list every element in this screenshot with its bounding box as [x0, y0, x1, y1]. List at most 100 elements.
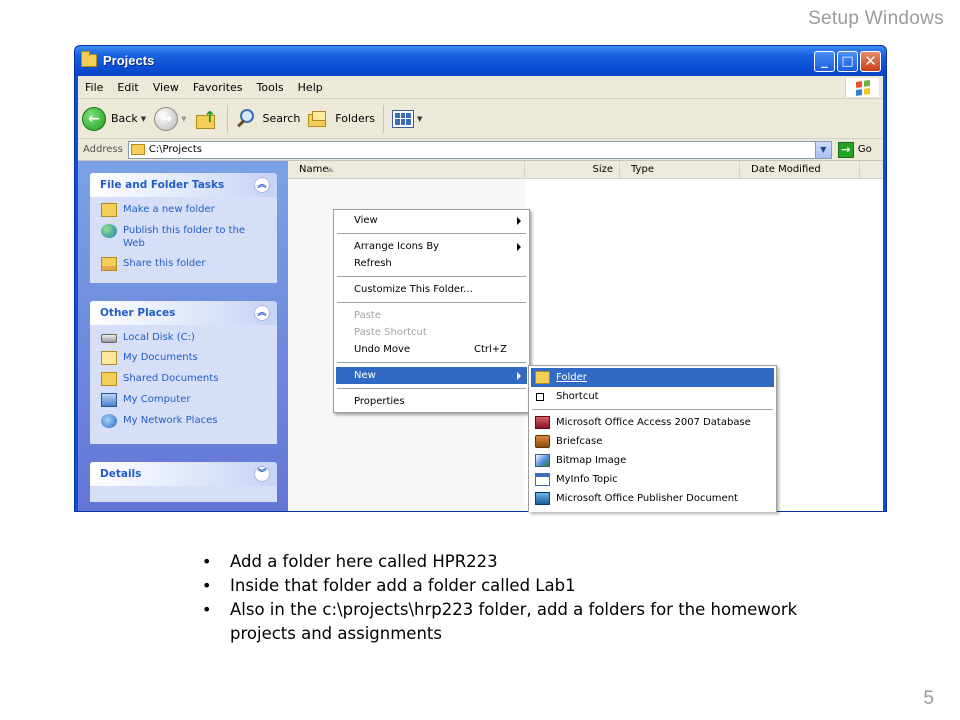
address-input[interactable]: C:\Projects ▼: [127, 140, 832, 159]
instruction-item: Inside that folder add a folder called L…: [200, 574, 840, 598]
go-arrow-icon: →: [837, 141, 854, 158]
ctx-new[interactable]: New: [336, 367, 527, 384]
column-size[interactable]: Size: [525, 160, 620, 179]
views-dropdown-icon[interactable]: ▼: [417, 115, 422, 123]
menu-separator: [337, 302, 526, 303]
place-label: Shared Documents: [123, 373, 219, 384]
ctx-properties[interactable]: Properties: [336, 393, 527, 410]
new-folder-icon: [101, 203, 117, 217]
access-icon: [535, 416, 550, 429]
sub-label: Folder: [556, 372, 587, 383]
details-header[interactable]: Details ︾: [90, 462, 277, 486]
new-briefcase-item[interactable]: Briefcase: [531, 432, 774, 451]
menu-separator: [337, 362, 526, 363]
task-label: Share this folder: [123, 258, 206, 269]
forward-button[interactable]: → ▼: [150, 104, 190, 134]
back-button[interactable]: ← Back ▼: [78, 104, 150, 134]
new-access-database-item[interactable]: Microsoft Office Access 2007 Database: [531, 413, 774, 432]
task-label: Publish this folder to the Web: [123, 225, 246, 249]
menu-file[interactable]: File: [78, 81, 110, 94]
new-folder-item[interactable]: Folder: [531, 368, 774, 387]
address-label: Address: [83, 144, 123, 155]
shared-folder-icon: [101, 372, 117, 386]
close-button[interactable]: ✕: [860, 51, 881, 72]
folder-icon: [81, 51, 97, 67]
search-icon: [236, 108, 258, 130]
instruction-item: Add a folder here called HPR223: [200, 550, 840, 574]
search-button[interactable]: Search: [232, 104, 305, 134]
ctx-undo-move[interactable]: Undo Move Ctrl+Z: [336, 341, 527, 358]
ctx-label: New: [354, 370, 376, 381]
menu-separator: [532, 409, 773, 410]
menu-view[interactable]: View: [146, 81, 186, 94]
publish-globe-icon: [101, 224, 117, 238]
column-header: Name Size Type Date Modified: [288, 160, 883, 179]
menu-favorites[interactable]: Favorites: [186, 81, 250, 94]
task-label: Make a new folder: [123, 204, 215, 215]
menu-tools[interactable]: Tools: [250, 81, 291, 94]
menu-help[interactable]: Help: [291, 81, 330, 94]
task-publish-folder[interactable]: Publish this folder to the Web: [101, 224, 277, 250]
maximize-button[interactable]: □: [837, 51, 858, 72]
back-arrow-icon: ←: [82, 106, 106, 131]
menu-edit[interactable]: Edit: [110, 81, 145, 94]
address-dropdown-icon[interactable]: ▼: [814, 141, 831, 158]
minimize-button[interactable]: _: [814, 51, 835, 72]
file-folder-tasks-header[interactable]: File and Folder Tasks ︽: [90, 173, 277, 197]
collapse-icon[interactable]: ︽: [254, 305, 270, 321]
address-bar: Address C:\Projects ▼ → Go: [78, 139, 883, 161]
ctx-label: Arrange Icons By: [354, 241, 440, 252]
folders-button[interactable]: Folders: [304, 104, 379, 134]
task-share-folder[interactable]: Share this folder: [101, 257, 277, 271]
ctx-refresh[interactable]: Refresh: [336, 255, 527, 272]
ctx-paste-shortcut: Paste Shortcut: [336, 324, 527, 341]
new-myinfo-item[interactable]: MyInfo Topic: [531, 470, 774, 489]
up-button[interactable]: ↑: [191, 104, 223, 134]
new-publisher-item[interactable]: Microsoft Office Publisher Document: [531, 489, 774, 508]
title-bar[interactable]: Projects _ □ ✕: [75, 46, 886, 76]
task-make-new-folder[interactable]: Make a new folder: [101, 203, 277, 217]
views-button[interactable]: ▼: [388, 104, 426, 134]
back-dropdown-icon[interactable]: ▼: [141, 115, 146, 123]
computer-icon: [101, 393, 117, 407]
place-local-disk[interactable]: Local Disk (C:): [101, 331, 277, 344]
ctx-customize-folder[interactable]: Customize This Folder...: [336, 281, 527, 298]
slide-title: Setup Windows: [808, 8, 944, 29]
place-my-network-places[interactable]: My Network Places: [101, 414, 277, 428]
back-label: Back: [111, 112, 138, 125]
column-name[interactable]: Name: [288, 160, 525, 179]
submenu-arrow-icon: [517, 217, 521, 225]
window-title: Projects: [103, 53, 155, 68]
forward-dropdown-icon[interactable]: ▼: [181, 115, 186, 123]
go-label: Go: [857, 144, 872, 155]
up-folder-icon: ↑: [195, 108, 219, 130]
place-label: My Computer: [123, 394, 191, 405]
windows-logo-icon: [845, 78, 879, 97]
sub-label: MyInfo Topic: [556, 474, 618, 485]
go-button[interactable]: → Go: [837, 141, 872, 158]
briefcase-icon: [535, 435, 550, 448]
column-date-modified[interactable]: Date Modified: [740, 160, 860, 179]
new-bitmap-item[interactable]: Bitmap Image: [531, 451, 774, 470]
column-type[interactable]: Type: [620, 160, 740, 179]
documents-icon: [101, 351, 117, 365]
place-shared-documents[interactable]: Shared Documents: [101, 372, 277, 386]
folders-label: Folders: [335, 112, 376, 125]
shortcut-icon: [536, 393, 544, 401]
ctx-view[interactable]: View: [336, 212, 527, 229]
collapse-icon[interactable]: ︽: [254, 177, 270, 193]
other-places-header[interactable]: Other Places ︽: [90, 301, 277, 325]
new-submenu: Folder Shortcut Microsoft Office Access …: [528, 365, 777, 512]
folder-icon: [130, 144, 145, 155]
new-shortcut-item[interactable]: Shortcut: [531, 387, 774, 406]
column-label: Type: [631, 163, 654, 175]
sub-label: Shortcut: [556, 391, 599, 402]
ctx-arrange-icons[interactable]: Arrange Icons By: [336, 238, 527, 255]
menu-bar: File Edit View Favorites Tools Help: [78, 76, 883, 99]
place-my-computer[interactable]: My Computer: [101, 393, 277, 407]
slide-number: 5: [923, 688, 934, 709]
place-my-documents[interactable]: My Documents: [101, 351, 277, 365]
other-places-title: Other Places: [100, 307, 176, 319]
sub-label: Microsoft Office Publisher Document: [556, 493, 738, 504]
expand-icon[interactable]: ︾: [254, 466, 270, 482]
